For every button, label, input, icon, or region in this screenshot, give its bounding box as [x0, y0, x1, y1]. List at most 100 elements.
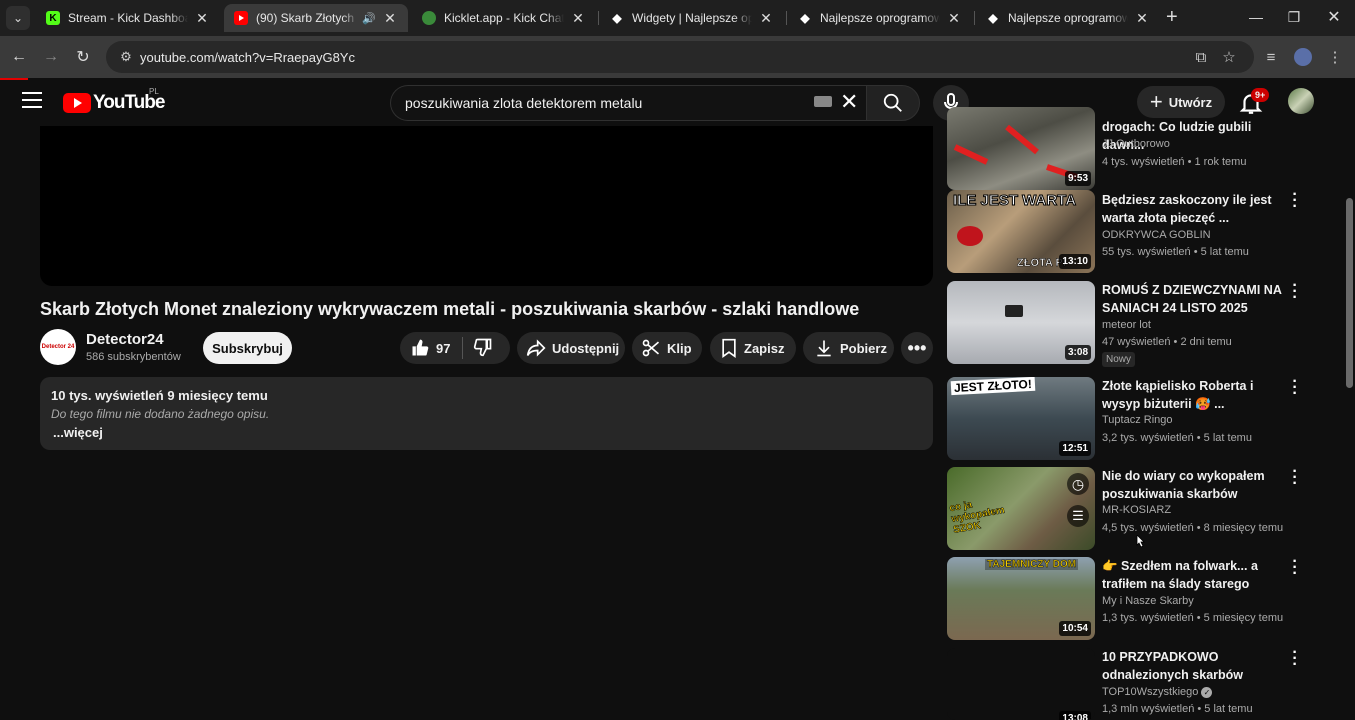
browser-tab[interactable]: K Stream - Kick Dashboard ✕ — [36, 4, 220, 32]
search-input[interactable]: poszukiwania zlota detektorem metalu — [390, 85, 868, 121]
video-thumbnail[interactable]: 13:08 — [947, 648, 1095, 720]
reload-button[interactable]: ↻ — [70, 44, 96, 70]
video-thumbnail[interactable]: 9:53 — [947, 107, 1095, 190]
video-thumbnail[interactable]: JEST ZŁOTO! 12:51 — [947, 377, 1095, 460]
video-thumbnail[interactable]: ILE JEST WARTA ZŁOTA PI 13:10 — [947, 190, 1095, 273]
scrollbar-thumb[interactable] — [1346, 198, 1353, 388]
close-tab-icon[interactable]: ✕ — [570, 10, 586, 27]
browser-tab[interactable]: ◆ Widgety | Najlepsze oprogramowanie ✕ — [600, 4, 784, 32]
sleigh-graphic — [1005, 305, 1023, 317]
video-thumbnail[interactable]: TAJEMNICZY DOM 10:54 — [947, 557, 1095, 640]
bookmark-star-icon[interactable]: ☆ — [1216, 44, 1242, 70]
download-button[interactable]: Pobierz — [803, 332, 894, 364]
recommended-video[interactable]: ILE JEST WARTA ZŁOTA PI 13:10 Będziesz z… — [947, 187, 1307, 274]
more-actions-button[interactable]: ••• — [901, 332, 933, 364]
add-to-queue-icon[interactable]: ☰ — [1067, 505, 1089, 527]
subscribe-button[interactable]: Subskrybuj — [203, 332, 292, 364]
new-tab-button[interactable]: + — [1166, 6, 1178, 29]
video-menu-icon[interactable]: · · · — [1290, 554, 1300, 582]
watch-later-icon[interactable]: ◷ — [1067, 473, 1089, 495]
close-tab-icon[interactable]: ✕ — [758, 10, 774, 27]
video-channel[interactable]: MR-KOSIARZ — [1102, 504, 1171, 516]
youtube-logo[interactable]: YouTube PL — [63, 87, 165, 114]
page-scrollbar[interactable] — [1344, 126, 1355, 720]
channel-avatar[interactable]: Detector 24 — [40, 329, 76, 365]
video-menu-icon[interactable]: · · · — [1290, 374, 1300, 402]
more-horizontal-icon: ••• — [907, 337, 927, 358]
video-meta: 1,3 tys. wyświetleń • 5 miesięcy temu — [1102, 612, 1284, 624]
video-meta: 4 tys. wyświetleń • 1 rok temu — [1102, 156, 1247, 168]
speaker-icon[interactable]: 🔊 — [362, 12, 376, 25]
video-menu-icon[interactable]: · · · — [1290, 645, 1300, 673]
media-control-icon[interactable]: ≡ — [1258, 44, 1284, 70]
video-menu-icon[interactable]: · · · — [1290, 187, 1300, 215]
clip-button[interactable]: Klip — [632, 332, 702, 364]
back-button[interactable]: ← — [6, 44, 32, 70]
like-button[interactable]: 97 — [410, 338, 450, 358]
browser-tab[interactable]: ◆ Najlepsze oprogramowanie ✕ — [976, 4, 1160, 32]
share-button[interactable]: Udostępnij — [517, 332, 625, 364]
browser-tab[interactable]: ◆ Najlepsze oprogramowanie ✕ — [788, 4, 972, 32]
keyboard-icon[interactable] — [814, 96, 832, 107]
channel-name[interactable]: Detector24 — [86, 331, 164, 348]
tab-search-button[interactable]: ⌄ — [6, 6, 30, 30]
install-app-icon[interactable]: ⧉ — [1188, 44, 1214, 70]
new-badge: Nowy — [1102, 352, 1136, 367]
youtube-play-icon — [63, 93, 91, 113]
video-player[interactable] — [40, 126, 933, 286]
description-box[interactable]: 10 tys. wyświetleń 9 miesięcy temu Do te… — [40, 377, 933, 450]
diamond-icon: ◆ — [800, 11, 810, 25]
bookmark-icon — [722, 338, 736, 358]
close-tab-icon[interactable]: ✕ — [382, 10, 398, 27]
video-channel[interactable]: TOP10Wszystkiego ✓ — [1102, 686, 1213, 698]
save-button[interactable]: Zapisz — [710, 332, 796, 364]
video-title[interactable]: 10 PRZYPADKOWO odnalezionych skarbów — [1102, 648, 1287, 684]
create-button[interactable]: + Utwórz — [1137, 86, 1225, 118]
search-button[interactable] — [866, 85, 920, 121]
video-title[interactable]: Nie do wiary co wykopałem poszukiwania s… — [1102, 467, 1287, 503]
video-channel[interactable]: Tuptacz Ringo — [1102, 414, 1173, 426]
video-channel[interactable]: meteor lot — [1102, 319, 1151, 331]
close-tab-icon[interactable]: ✕ — [194, 10, 210, 27]
address-bar[interactable]: ⚙ youtube.com/watch?v=RraepayG8Yc — [106, 41, 1254, 73]
video-menu-icon[interactable]: · · · — [1290, 464, 1300, 492]
profile-icon[interactable] — [1290, 44, 1316, 70]
recommended-video[interactable]: JEST ZŁOTO! 12:51 Złote kąpielisko Rober… — [947, 374, 1307, 461]
tab-separator — [786, 11, 787, 25]
forward-button[interactable]: → — [38, 44, 64, 70]
video-title[interactable]: Będziesz zaskoczony ile jest warta złota… — [1102, 191, 1287, 227]
clear-search-icon[interactable]: ✕ — [840, 89, 858, 115]
browser-menu-icon[interactable]: ⋮ — [1322, 44, 1348, 70]
close-window-button[interactable]: ✕ — [1314, 4, 1354, 30]
mouse-cursor-icon — [1136, 535, 1145, 548]
video-title[interactable]: 👉 Szedłem na folwark... a trafiłem na śl… — [1102, 557, 1287, 593]
video-menu-icon[interactable]: · · · — [1290, 278, 1300, 306]
restore-button[interactable]: ❐ — [1274, 4, 1314, 30]
video-title[interactable]: Złote kąpielisko Roberta i wysyp biżuter… — [1102, 377, 1287, 413]
show-more-link[interactable]: ...więcej — [53, 425, 922, 440]
video-title: Skarb Złotych Monet znaleziony wykrywacz… — [40, 299, 860, 319]
browser-tab[interactable]: Kicklet.app - Kick Chatbot ✕ — [412, 4, 596, 32]
video-channel[interactable]: ODKRYWCA GOBLIN — [1102, 229, 1211, 241]
recommended-video[interactable]: 9:53 drogach: Co ludzie gubili dawn... J… — [947, 107, 1307, 190]
video-channel[interactable]: My i Nasze Skarby — [1102, 595, 1194, 607]
video-thumbnail[interactable]: co ja wykopałem SZOK ◷ ☰ — [947, 467, 1095, 550]
video-title[interactable]: ROMUŚ Z DZIEWCZYNAMI NA SANIACH 24 LISTO… — [1102, 281, 1287, 317]
recommended-video[interactable]: co ja wykopałem SZOK ◷ ☰ Nie do wiary co… — [947, 464, 1307, 551]
close-tab-icon[interactable]: ✕ — [946, 10, 962, 27]
account-avatar[interactable] — [1288, 88, 1314, 114]
site-info-icon[interactable]: ⚙ — [112, 49, 140, 65]
description-text: Do tego filmu nie dodano żadnego opisu. — [51, 407, 270, 421]
recommended-video[interactable]: TAJEMNICZY DOM 10:54 👉 Szedłem na folwar… — [947, 554, 1307, 641]
dislike-button[interactable] — [473, 337, 499, 360]
close-tab-icon[interactable]: ✕ — [1134, 10, 1150, 27]
recommended-video[interactable]: 13:08 10 PRZYPADKOWO odnalezionych skarb… — [947, 645, 1307, 720]
video-thumbnail[interactable]: 3:08 — [947, 281, 1095, 364]
share-icon — [526, 339, 546, 357]
recommended-video[interactable]: 3:08 ROMUŚ Z DZIEWCZYNAMI NA SANIACH 24 … — [947, 278, 1307, 367]
video-channel[interactable]: JJ Outborowo — [1102, 138, 1170, 150]
kicklet-icon — [422, 11, 436, 25]
guide-menu-icon[interactable] — [22, 92, 42, 108]
browser-tab-active[interactable]: (90) Skarb Złotych Monet 🔊 ✕ — [224, 4, 408, 32]
minimize-button[interactable]: — — [1236, 4, 1276, 30]
